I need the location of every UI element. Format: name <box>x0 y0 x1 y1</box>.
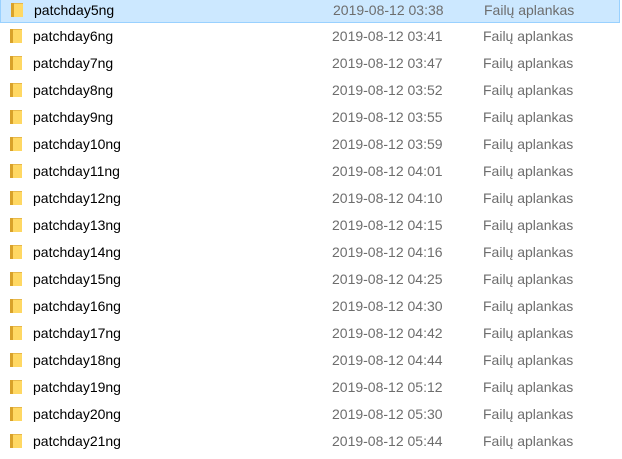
folder-icon <box>10 245 22 259</box>
folder-icon <box>10 83 22 97</box>
file-name[interactable]: patchday6ng <box>33 28 113 44</box>
file-date-modified: 2019-08-12 03:47 <box>332 55 443 71</box>
file-row[interactable]: patchday16ng 2019-08-12 04:30 Failų aplank… <box>0 293 622 320</box>
file-date-modified: 2019-08-12 03:52 <box>332 82 443 98</box>
file-type: Failų aplankas <box>483 163 574 179</box>
file-name[interactable]: patchday10ng <box>33 136 121 152</box>
file-date-modified: 2019-08-12 04:16 <box>332 244 443 260</box>
file-type: Failų aplankas <box>483 136 574 152</box>
file-row[interactable]: patchday13ng 2019-08-12 04:15 Failų aplank… <box>0 212 622 239</box>
file-row[interactable]: patchday15ng 2019-08-12 04:25 Failų aplank… <box>0 266 622 293</box>
file-row[interactable]: patchday19ng 2019-08-12 05:12 Failų aplank… <box>0 374 622 401</box>
file-type: Failų aplankas <box>483 217 574 233</box>
file-type: Failų aplankas <box>483 109 574 125</box>
file-name[interactable]: patchday15ng <box>33 271 121 287</box>
file-row[interactable]: patchday5ng 2019-08-12 03:38 Failų aplanka… <box>0 0 620 23</box>
file-date-modified: 2019-08-12 04:01 <box>332 163 443 179</box>
folder-icon <box>10 407 22 421</box>
file-name[interactable]: patchday13ng <box>33 217 121 233</box>
folder-icon <box>10 137 22 151</box>
file-date-modified: 2019-08-12 04:44 <box>332 352 443 368</box>
file-type: Failų aplankas <box>483 190 574 206</box>
file-name[interactable]: patchday5ng <box>34 2 114 18</box>
file-name[interactable]: patchday19ng <box>33 379 121 395</box>
file-date-modified: 2019-08-12 05:12 <box>332 379 443 395</box>
file-name[interactable]: patchday11ng <box>33 163 120 179</box>
folder-icon <box>10 191 22 205</box>
file-type: Failų aplankas <box>483 406 574 422</box>
file-date-modified: 2019-08-12 04:15 <box>332 217 443 233</box>
file-name[interactable]: patchday21ng <box>33 433 121 449</box>
file-row[interactable]: patchday7ng 2019-08-12 03:47 Failų aplanka… <box>0 50 622 77</box>
file-date-modified: 2019-08-12 03:38 <box>333 2 444 18</box>
file-type: Failų aplankas <box>483 298 574 314</box>
file-name[interactable]: patchday7ng <box>33 55 113 71</box>
file-row[interactable]: patchday10ng 2019-08-12 03:59 Failų aplank… <box>0 131 622 158</box>
folder-icon <box>10 218 22 232</box>
file-name[interactable]: patchday14ng <box>33 244 121 260</box>
file-date-modified: 2019-08-12 05:44 <box>332 433 443 449</box>
folder-icon <box>10 353 22 367</box>
file-date-modified: 2019-08-12 04:25 <box>332 271 443 287</box>
file-list: patchday5ng 2019-08-12 03:38 Failų aplanka… <box>0 0 622 459</box>
folder-icon <box>10 164 22 178</box>
file-row[interactable]: patchday20ng 2019-08-12 05:30 Failų aplank… <box>0 401 622 428</box>
file-date-modified: 2019-08-12 04:30 <box>332 298 443 314</box>
folder-icon <box>10 110 22 124</box>
file-name[interactable]: patchday9ng <box>33 109 113 125</box>
file-date-modified: 2019-08-12 03:59 <box>332 136 443 152</box>
file-date-modified: 2019-08-12 03:41 <box>332 28 443 44</box>
file-type: Failų aplankas <box>484 2 575 18</box>
file-type: Failų aplankas <box>483 271 574 287</box>
file-name[interactable]: patchday12ng <box>33 190 121 206</box>
file-name[interactable]: patchday16ng <box>33 298 121 314</box>
file-type: Failų aplankas <box>483 379 574 395</box>
file-date-modified: 2019-08-12 03:55 <box>332 109 443 125</box>
file-type: Failų aplankas <box>483 244 574 260</box>
file-row[interactable]: patchday11ng 2019-08-12 04:01 Failų aplank… <box>0 158 622 185</box>
folder-icon <box>10 272 22 286</box>
folder-icon <box>10 299 22 313</box>
file-type: Failų aplankas <box>483 352 574 368</box>
file-type: Failų aplankas <box>483 325 574 341</box>
file-row[interactable]: patchday8ng 2019-08-12 03:52 Failų aplanka… <box>0 77 622 104</box>
file-name[interactable]: patchday8ng <box>33 82 113 98</box>
file-date-modified: 2019-08-12 04:10 <box>332 190 443 206</box>
folder-icon <box>11 3 23 17</box>
file-row[interactable]: patchday6ng 2019-08-12 03:41 Failų aplanka… <box>0 23 622 50</box>
file-row[interactable]: patchday9ng 2019-08-12 03:55 Failų aplanka… <box>0 104 622 131</box>
folder-icon <box>10 434 22 448</box>
file-date-modified: 2019-08-12 04:42 <box>332 325 443 341</box>
file-type: Failų aplankas <box>483 55 574 71</box>
file-row[interactable]: patchday21ng 2019-08-12 05:44 Failų aplank… <box>0 428 622 455</box>
file-type: Failų aplankas <box>483 28 574 44</box>
folder-icon <box>10 29 22 43</box>
folder-icon <box>10 56 22 70</box>
file-row[interactable]: patchday17ng 2019-08-12 04:42 Failų aplank… <box>0 320 622 347</box>
file-name[interactable]: patchday18ng <box>33 352 121 368</box>
file-type: Failų aplankas <box>483 82 574 98</box>
file-type: Failų aplankas <box>483 433 574 449</box>
file-row[interactable]: patchday12ng 2019-08-12 04:10 Failų aplank… <box>0 185 622 212</box>
file-row[interactable]: patchday14ng 2019-08-12 04:16 Failų aplank… <box>0 239 622 266</box>
file-row[interactable]: patchday18ng 2019-08-12 04:44 Failų aplank… <box>0 347 622 374</box>
file-name[interactable]: patchday20ng <box>33 406 121 422</box>
folder-icon <box>10 380 22 394</box>
file-date-modified: 2019-08-12 05:30 <box>332 406 443 422</box>
file-name[interactable]: patchday17ng <box>33 325 121 341</box>
folder-icon <box>10 326 22 340</box>
